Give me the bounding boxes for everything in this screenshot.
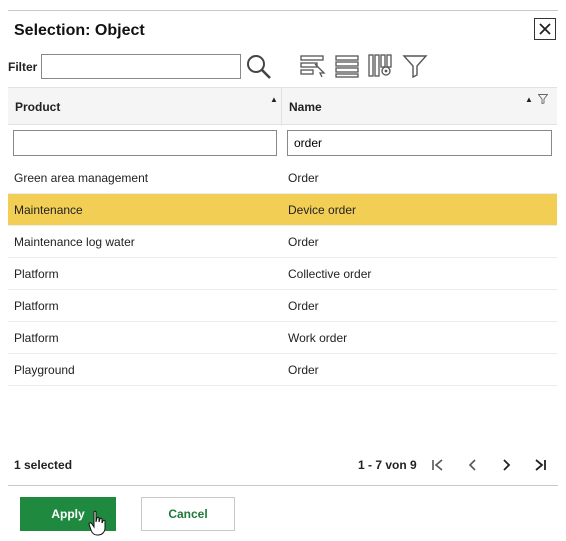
close-button[interactable] bbox=[534, 18, 556, 40]
table-row[interactable]: Platform Collective order bbox=[8, 258, 557, 290]
filter-label: Filter bbox=[8, 60, 38, 74]
name-cell: Collective order bbox=[288, 267, 372, 281]
filter-input[interactable] bbox=[41, 54, 241, 79]
product-cell: Maintenance log water bbox=[14, 235, 135, 249]
chevron-right-icon bbox=[503, 459, 511, 471]
table-row[interactable]: Maintenance log water Order bbox=[8, 226, 557, 258]
name-cell: Order bbox=[288, 235, 319, 249]
search-button[interactable] bbox=[245, 53, 273, 86]
last-page-button[interactable] bbox=[529, 454, 551, 476]
product-cell: Platform bbox=[14, 267, 59, 281]
page-range: 1 - 7 von 9 bbox=[358, 458, 417, 472]
selected-count: 1 selected bbox=[14, 458, 73, 472]
bottom-divider bbox=[8, 485, 558, 486]
table-row[interactable]: Platform Work order bbox=[8, 322, 557, 354]
apply-button[interactable]: Apply bbox=[20, 497, 116, 531]
table-row[interactable]: Platform Order bbox=[8, 290, 557, 322]
column-header-name[interactable]: Name ▲ bbox=[282, 88, 557, 126]
name-cell: Order bbox=[288, 363, 319, 377]
column-settings-button[interactable] bbox=[368, 54, 394, 83]
sort-asc-icon[interactable]: ▲ bbox=[270, 95, 278, 104]
first-page-icon bbox=[432, 459, 443, 471]
table-row[interactable]: Maintenance Device order bbox=[8, 194, 557, 226]
column-filter-icon[interactable] bbox=[538, 94, 548, 104]
cancel-button[interactable]: Cancel bbox=[141, 497, 235, 531]
name-cell: Device order bbox=[288, 203, 357, 217]
close-icon bbox=[539, 23, 551, 35]
name-cell: Order bbox=[288, 171, 319, 185]
sort-asc-icon[interactable]: ▲ bbox=[525, 95, 533, 104]
rows-list-button[interactable] bbox=[335, 54, 359, 83]
select-rows-icon bbox=[300, 55, 326, 78]
grid-header: Product ▲ Name ▲ bbox=[8, 87, 557, 126]
top-divider bbox=[8, 10, 558, 11]
table-row[interactable]: Playground Order bbox=[8, 354, 557, 386]
filter-funnel-icon bbox=[402, 55, 428, 79]
select-rows-button[interactable] bbox=[300, 54, 326, 83]
column-label-name: Name bbox=[289, 100, 322, 114]
first-page-button[interactable] bbox=[427, 454, 449, 476]
column-header-product[interactable]: Product ▲ bbox=[8, 88, 282, 126]
grid-footer: 1 selected 1 - 7 von 9 bbox=[8, 450, 557, 480]
product-cell: Playground bbox=[14, 363, 75, 377]
product-cell: Platform bbox=[14, 299, 59, 313]
name-cell: Work order bbox=[288, 331, 348, 345]
search-icon bbox=[247, 55, 271, 79]
column-settings-icon bbox=[368, 54, 392, 77]
product-filter-input[interactable] bbox=[13, 130, 277, 156]
product-cell: Green area management bbox=[14, 171, 149, 185]
chevron-left-icon bbox=[468, 459, 476, 471]
next-page-button[interactable] bbox=[495, 454, 517, 476]
filter-button[interactable] bbox=[402, 54, 428, 83]
previous-page-button[interactable] bbox=[462, 454, 484, 476]
dialog-title: Selection: Object bbox=[14, 22, 145, 39]
product-cell: Maintenance bbox=[14, 203, 83, 217]
grid-body: Green area management Order Maintenance Dev… bbox=[8, 162, 557, 386]
name-cell: Order bbox=[288, 299, 319, 313]
column-label-product: Product bbox=[15, 100, 61, 114]
name-filter-input[interactable] bbox=[287, 130, 552, 156]
rows-list-icon bbox=[335, 55, 359, 78]
column-filter-row bbox=[8, 125, 557, 162]
product-cell: Platform bbox=[14, 331, 59, 345]
last-page-icon bbox=[535, 459, 546, 471]
table-row[interactable]: Green area management Order bbox=[8, 162, 557, 194]
